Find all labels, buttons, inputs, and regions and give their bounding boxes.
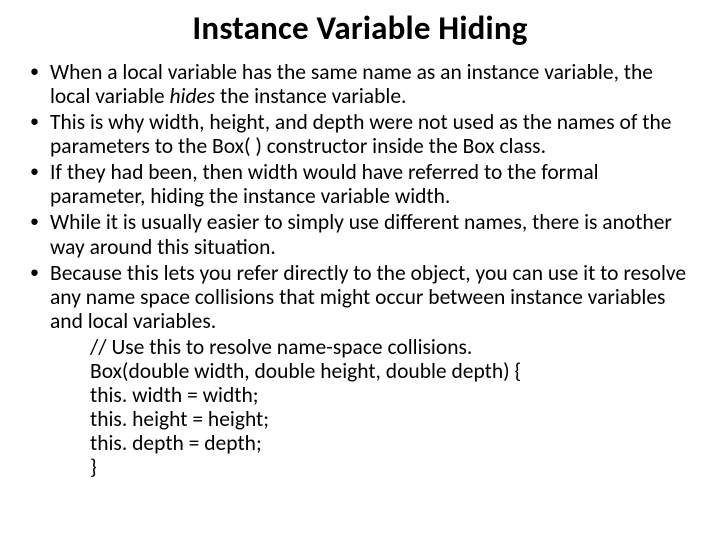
- bullet-item: • Because this lets you refer directly t…: [28, 261, 692, 333]
- text-em: hides: [170, 83, 216, 109]
- bullet-dot: •: [28, 60, 50, 108]
- bullet-text: If they had been, then width would have …: [50, 160, 692, 208]
- bullet-text: Because this lets you refer directly to …: [50, 261, 692, 333]
- bullet-item: • This is why width, height, and depth w…: [28, 110, 692, 158]
- code-line: this. depth = depth;: [90, 431, 692, 455]
- bullet-dot: •: [28, 110, 50, 158]
- bullet-text: This is why width, height, and depth wer…: [50, 110, 692, 158]
- code-line: // Use this to resolve name-space collis…: [90, 335, 692, 359]
- code-line: Box(double width, double height, double …: [90, 359, 692, 383]
- text-post: the instance variable.: [215, 83, 406, 109]
- bullet-item: • When a local variable has the same nam…: [28, 60, 692, 108]
- slide: Instance Variable Hiding • When a local …: [0, 0, 720, 540]
- code-line: this. height = height;: [90, 407, 692, 431]
- bullet-text: When a local variable has the same name …: [50, 60, 692, 108]
- bullet-dot: •: [28, 160, 50, 208]
- bullet-item: • While it is usually easier to simply u…: [28, 210, 692, 258]
- code-line: this. width = width;: [90, 383, 692, 407]
- code-line: }: [90, 455, 692, 479]
- bullet-item: • If they had been, then width would hav…: [28, 160, 692, 208]
- bullet-dot: •: [28, 210, 50, 258]
- slide-body: • When a local variable has the same nam…: [28, 60, 692, 479]
- bullet-dot: •: [28, 261, 50, 333]
- slide-title: Instance Variable Hiding: [28, 8, 692, 48]
- code-block: // Use this to resolve name-space collis…: [28, 335, 692, 479]
- bullet-text: While it is usually easier to simply use…: [50, 210, 692, 258]
